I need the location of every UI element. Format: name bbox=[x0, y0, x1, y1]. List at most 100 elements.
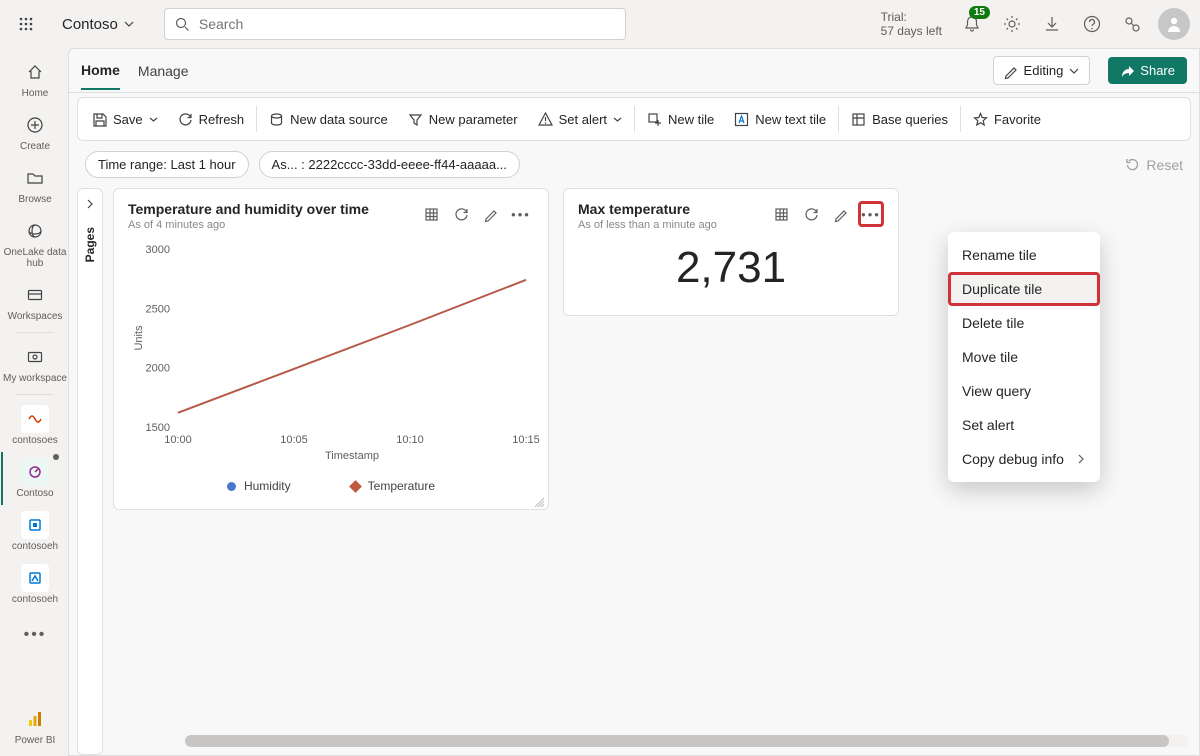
chart-area: 150020002500300010:0010:0510:1010:15Unit… bbox=[128, 241, 534, 461]
menu-delete-tile[interactable]: Delete tile bbox=[948, 306, 1100, 340]
trial-status: Trial: 57 days left bbox=[881, 10, 942, 39]
workspace-selector[interactable]: Contoso bbox=[56, 12, 140, 37]
queries-icon bbox=[851, 112, 866, 127]
tile-explore-button[interactable] bbox=[418, 201, 444, 227]
menu-view-query[interactable]: View query bbox=[948, 374, 1100, 408]
tile-subtitle: As of less than a minute ago bbox=[578, 219, 717, 231]
workspaces-icon bbox=[26, 286, 44, 304]
svg-text:3000: 3000 bbox=[146, 244, 170, 256]
menu-rename-tile[interactable]: Rename tile bbox=[948, 238, 1100, 272]
eventstream-icon bbox=[27, 411, 43, 427]
reset-button[interactable]: Reset bbox=[1125, 157, 1183, 173]
svg-text:Timestamp: Timestamp bbox=[325, 450, 379, 462]
base-queries-button[interactable]: Base queries bbox=[841, 98, 958, 140]
more-icon: ••• bbox=[511, 207, 531, 222]
save-icon bbox=[92, 112, 107, 127]
account-button[interactable] bbox=[1158, 8, 1190, 40]
app-launcher-button[interactable] bbox=[10, 8, 42, 40]
pencil-icon bbox=[1004, 64, 1018, 78]
menu-copy-debug[interactable]: Copy debug info bbox=[948, 442, 1100, 476]
nav-item-contoso[interactable]: Contoso bbox=[1, 452, 67, 505]
menu-move-tile[interactable]: Move tile bbox=[948, 340, 1100, 374]
nav-create[interactable]: Create bbox=[1, 105, 67, 158]
resize-handle[interactable] bbox=[535, 496, 545, 506]
download-button[interactable] bbox=[1034, 6, 1070, 42]
nav-product[interactable]: Power BI bbox=[1, 699, 67, 756]
alert-icon bbox=[538, 112, 553, 127]
database-icon bbox=[269, 112, 284, 127]
svg-text:Units: Units bbox=[133, 325, 145, 351]
share-button[interactable]: Share bbox=[1108, 57, 1187, 84]
tile-subtitle: As of 4 minutes ago bbox=[128, 219, 369, 231]
favorite-button[interactable]: Favorite bbox=[963, 98, 1051, 140]
mode-button[interactable]: Editing bbox=[993, 56, 1091, 85]
feedback-button[interactable] bbox=[1114, 6, 1150, 42]
eventhouse-icon bbox=[27, 517, 43, 533]
table-icon bbox=[424, 207, 439, 222]
text-tile-icon bbox=[734, 112, 749, 127]
left-nav: Home Create Browse OneLake data hub Work… bbox=[0, 48, 68, 756]
dashboard-icon bbox=[27, 464, 43, 480]
tile-more-button[interactable]: ••• bbox=[508, 201, 534, 227]
legend-humidity[interactable]: Humidity bbox=[227, 479, 291, 493]
chart-legend: Humidity Temperature bbox=[128, 479, 534, 493]
pencil-icon bbox=[834, 207, 849, 222]
save-button[interactable]: Save bbox=[82, 98, 168, 140]
search-box[interactable] bbox=[164, 8, 626, 40]
tile-more-button[interactable]: ••• bbox=[858, 201, 884, 227]
refresh-icon bbox=[804, 207, 819, 222]
new-parameter-button[interactable]: New parameter bbox=[398, 98, 528, 140]
tab-home[interactable]: Home bbox=[81, 62, 120, 90]
svg-text:10:00: 10:00 bbox=[164, 434, 192, 446]
pages-label: Pages bbox=[83, 227, 97, 262]
nav-workspaces[interactable]: Workspaces bbox=[1, 275, 67, 328]
nav-item-contosoeh-2[interactable]: contosoeh bbox=[1, 558, 67, 611]
workspace-name: Contoso bbox=[62, 16, 118, 33]
nav-my-workspace[interactable]: My workspace bbox=[1, 337, 67, 390]
toolbar: Save Refresh New data source New paramet… bbox=[77, 97, 1191, 141]
legend-temperature[interactable]: Temperature bbox=[351, 479, 435, 493]
new-datasource-button[interactable]: New data source bbox=[259, 98, 398, 140]
search-input[interactable] bbox=[197, 15, 615, 33]
tile-chart: Temperature and humidity over time As of… bbox=[113, 188, 549, 510]
svg-text:10:15: 10:15 bbox=[512, 434, 540, 446]
tile-refresh-button[interactable] bbox=[448, 201, 474, 227]
set-alert-button[interactable]: Set alert bbox=[528, 98, 632, 140]
settings-button[interactable] bbox=[994, 6, 1030, 42]
folder-icon bbox=[26, 169, 44, 187]
nav-more[interactable]: ••• bbox=[1, 615, 67, 655]
tab-manage[interactable]: Manage bbox=[138, 63, 189, 89]
new-text-tile-button[interactable]: New text tile bbox=[724, 98, 836, 140]
refresh-button[interactable]: Refresh bbox=[168, 98, 255, 140]
nav-item-contosoes[interactable]: contosoes bbox=[1, 399, 67, 452]
tile-edit-button[interactable] bbox=[478, 201, 504, 227]
tile-refresh-button[interactable] bbox=[798, 201, 824, 227]
tile-edit-button[interactable] bbox=[828, 201, 854, 227]
help-button[interactable] bbox=[1074, 6, 1110, 42]
tile-explore-button[interactable] bbox=[768, 201, 794, 227]
home-icon bbox=[26, 63, 44, 81]
pencil-icon bbox=[484, 207, 499, 222]
tab-row: Home Manage Editing Share bbox=[69, 49, 1199, 93]
grid-icon bbox=[19, 17, 33, 31]
nav-home[interactable]: Home bbox=[1, 52, 67, 105]
refresh-icon bbox=[178, 112, 193, 127]
time-range-pill[interactable]: Time range: Last 1 hour bbox=[85, 151, 249, 178]
expand-pages-button[interactable] bbox=[79, 193, 101, 215]
nav-item-contosoeh-1[interactable]: contosoeh bbox=[1, 505, 67, 558]
new-tile-button[interactable]: New tile bbox=[637, 98, 724, 140]
nav-onelake[interactable]: OneLake data hub bbox=[1, 211, 67, 275]
nav-browse[interactable]: Browse bbox=[1, 158, 67, 211]
menu-set-alert[interactable]: Set alert bbox=[948, 408, 1100, 442]
menu-duplicate-tile[interactable]: Duplicate tile bbox=[948, 272, 1100, 306]
pages-rail: Pages bbox=[77, 188, 103, 755]
chevron-down-icon bbox=[149, 115, 158, 124]
horizontal-scrollbar[interactable] bbox=[185, 735, 1189, 751]
feedback-icon bbox=[1123, 15, 1141, 33]
powerbi-icon bbox=[27, 711, 43, 727]
metric-value: 2,731 bbox=[578, 243, 884, 293]
notifications-button[interactable]: 15 bbox=[954, 6, 990, 42]
parameter-pill[interactable]: As... : 2222cccc-33dd-eeee-ff44-aaaaa... bbox=[259, 151, 520, 178]
tile-max-temperature: Max temperature As of less than a minute… bbox=[563, 188, 899, 316]
svg-text:10:05: 10:05 bbox=[280, 434, 308, 446]
